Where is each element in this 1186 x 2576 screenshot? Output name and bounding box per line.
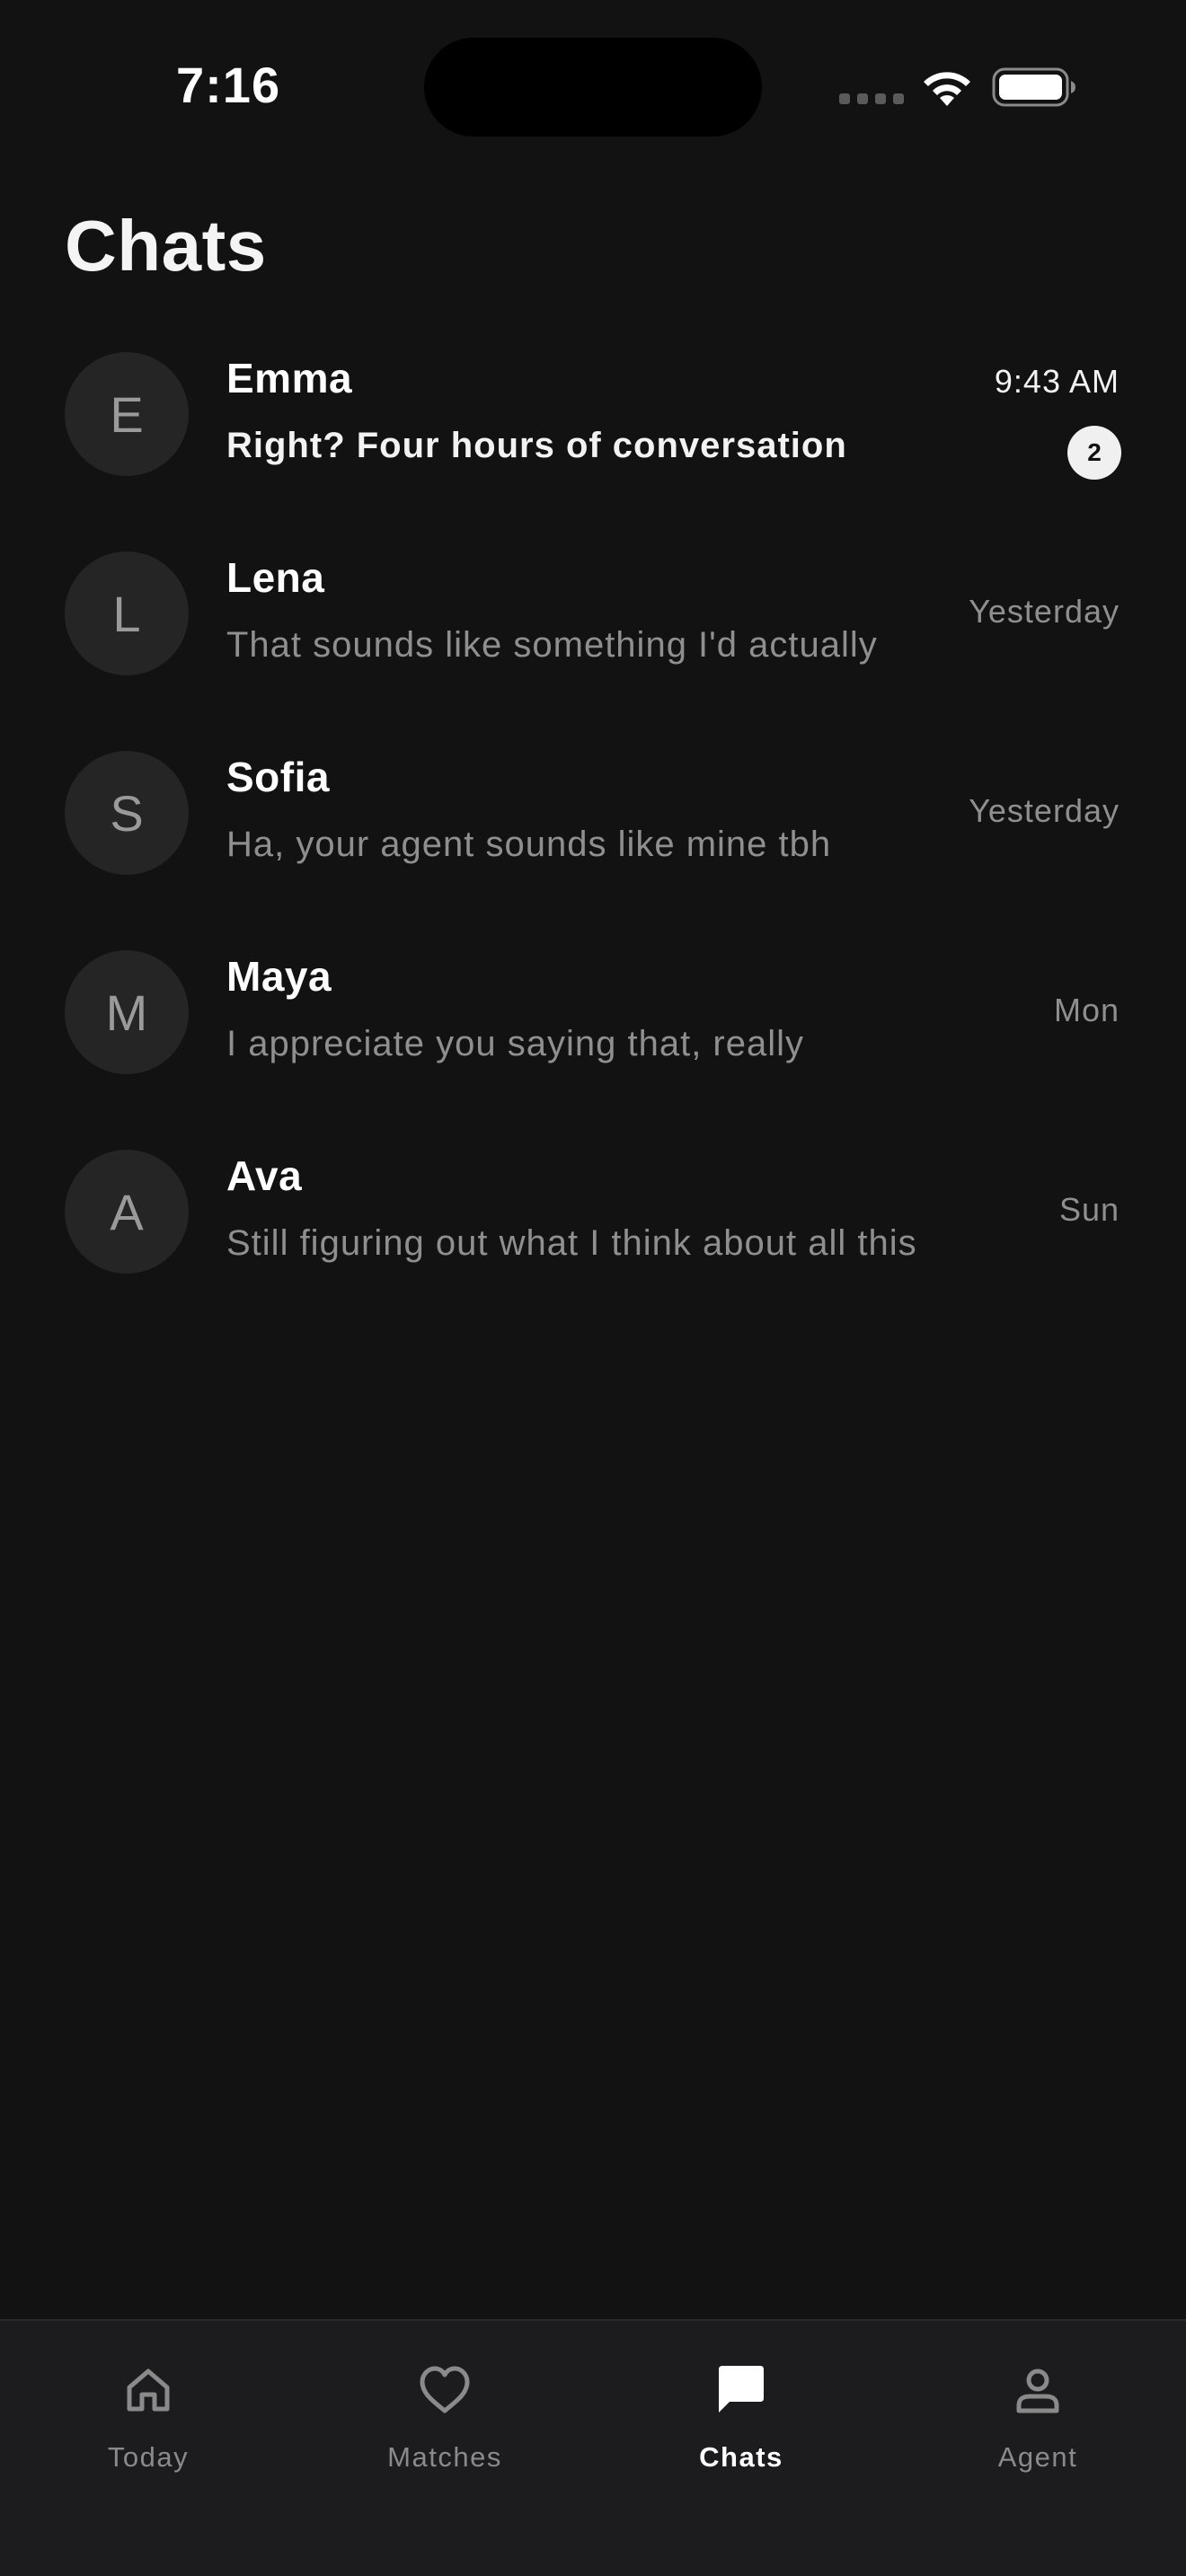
- avatar: A: [65, 1150, 189, 1274]
- cellular-signal-icon: [839, 93, 904, 104]
- wifi-icon: [924, 72, 970, 106]
- chat-preview: Still figuring out what I think about al…: [226, 1223, 917, 1263]
- dynamic-island: [424, 38, 762, 137]
- chat-time: Sun: [1058, 1191, 1120, 1228]
- tab-today[interactable]: Today: [0, 2321, 296, 2483]
- chat-time: 9:43 AM: [994, 363, 1120, 400]
- chat-row-ava[interactable]: A Ava Still figuring out what I think ab…: [0, 1130, 1186, 1329]
- tab-bar: Today Matches Chats Agent: [0, 2319, 1186, 2576]
- chat-row-maya[interactable]: M Maya I appreciate you saying that, rea…: [0, 931, 1186, 1130]
- avatar: M: [65, 950, 189, 1074]
- home-icon: [127, 2369, 170, 2412]
- chat-time: Yesterday: [969, 593, 1120, 630]
- tab-chats[interactable]: Chats: [593, 2321, 890, 2483]
- chat-time: Mon: [1053, 992, 1120, 1028]
- status-time: 7:16: [176, 57, 281, 113]
- tab-label: Chats: [699, 2441, 783, 2473]
- chat-preview: Right? Four hours of conversation: [226, 426, 847, 465]
- chat-list: E Emma Right? Four hours of conversation…: [0, 332, 1186, 1329]
- avatar: L: [65, 551, 189, 675]
- chat-preview: That sounds like something I'd actually: [226, 625, 878, 665]
- tab-agent[interactable]: Agent: [890, 2321, 1186, 2483]
- chat-row-emma[interactable]: E Emma Right? Four hours of conversation…: [0, 332, 1186, 532]
- tab-label: Matches: [387, 2441, 502, 2473]
- tab-matches[interactable]: Matches: [296, 2321, 593, 2483]
- chat-name: Emma: [226, 355, 353, 401]
- chat-row-lena[interactable]: L Lena That sounds like something I'd ac…: [0, 532, 1186, 731]
- status-bar: 7:16: [0, 0, 1186, 171]
- page-title: Chats: [65, 206, 267, 286]
- unread-badge: 2: [1067, 426, 1121, 480]
- battery-icon: [992, 67, 1075, 107]
- tab-label: Today: [107, 2441, 190, 2473]
- chat-time: Yesterday: [969, 792, 1120, 829]
- avatar: E: [65, 352, 189, 476]
- chat-name: Lena: [226, 554, 325, 601]
- avatar: S: [65, 751, 189, 875]
- person-icon: [1016, 2369, 1059, 2413]
- tab-label: Agent: [997, 2441, 1078, 2473]
- chat-preview: Ha, your agent sounds like mine tbh: [226, 825, 832, 864]
- chat-name: Sofia: [226, 754, 330, 800]
- chat-preview: I appreciate you saying that, really: [226, 1024, 805, 1063]
- chat-bubble-icon: [719, 2366, 764, 2413]
- chat-name: Ava: [226, 1152, 303, 1199]
- chat-name: Maya: [226, 953, 332, 1000]
- heart-icon: [420, 2366, 470, 2413]
- chat-row-sofia[interactable]: S Sofia Ha, your agent sounds like mine …: [0, 731, 1186, 931]
